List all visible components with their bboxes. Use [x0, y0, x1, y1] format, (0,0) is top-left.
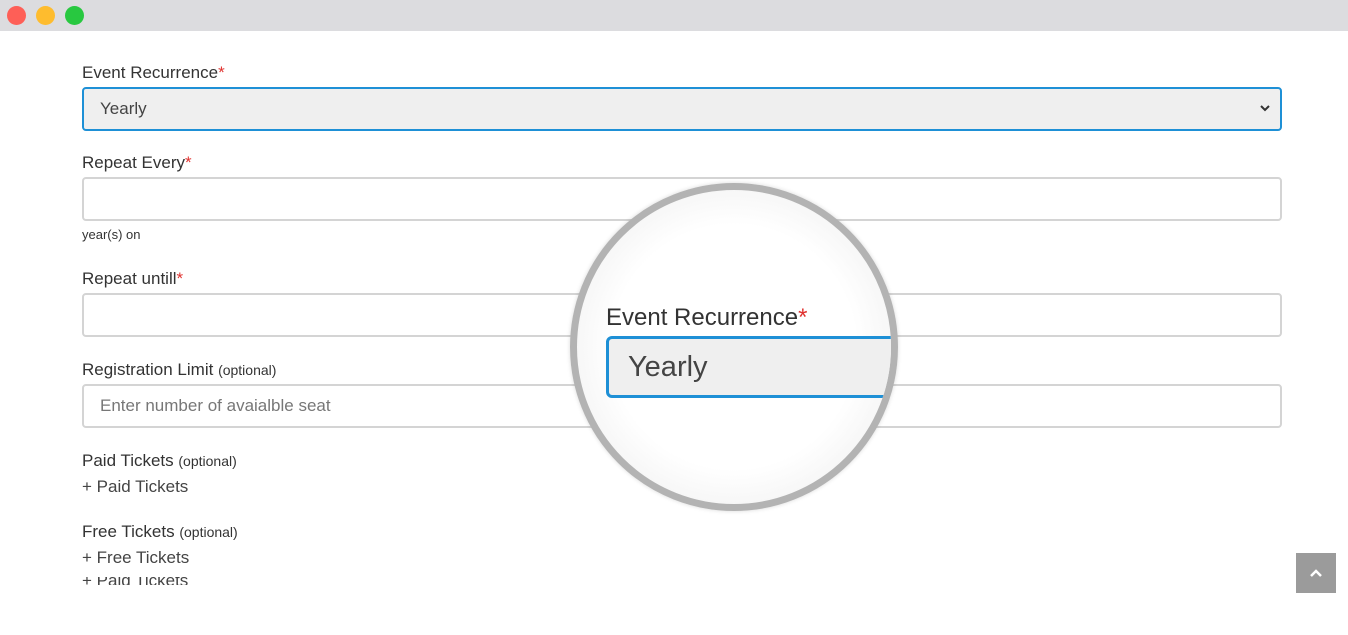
scroll-to-top-button[interactable] [1296, 553, 1336, 593]
window-titlebar [0, 0, 1348, 31]
registration-limit-placeholder: Enter number of avaialble seat [100, 396, 331, 415]
repeat-until-label: Repeat untill* [82, 269, 183, 289]
paid-tickets-label: Paid Tickets (optional) [82, 451, 237, 471]
magnifier-callout: Event Recurrence* Yearly [570, 183, 898, 511]
required-mark: * [218, 63, 225, 82]
close-window-button[interactable] [7, 6, 26, 25]
required-mark: * [176, 269, 184, 288]
magnified-select: Yearly [606, 336, 891, 398]
event-recurrence-label: Event Recurrence* [82, 63, 225, 83]
event-recurrence-value: Yearly [100, 99, 147, 118]
required-mark: * [798, 304, 808, 331]
magnified-label-text: Event Recurrence [606, 304, 799, 331]
required-mark: * [185, 153, 192, 172]
repeat-every-label-text: Repeat Every [82, 153, 185, 172]
repeat-every-label: Repeat Every* [82, 153, 192, 173]
magnified-label: Event Recurrence* [606, 304, 807, 332]
free-tickets-label: Free Tickets (optional) [82, 522, 238, 542]
magnified-select-value: Yearly [628, 350, 708, 383]
registration-limit-label-text: Registration Limit [82, 360, 214, 379]
add-paid-tickets-link[interactable]: + Paid Tickets [82, 477, 188, 497]
paid-tickets-label-text: Paid Tickets [82, 451, 174, 470]
minimize-window-button[interactable] [36, 6, 55, 25]
repeat-until-label-text: Repeat untill [82, 269, 177, 288]
repeat-every-hint: year(s) on [82, 227, 141, 242]
optional-tag: (optional) [179, 524, 238, 540]
maximize-window-button[interactable] [65, 6, 84, 25]
registration-limit-label: Registration Limit (optional) [82, 360, 276, 380]
event-recurrence-select[interactable]: Yearly [82, 87, 1282, 131]
clipped-link-text: + Paid Tickets [82, 577, 188, 585]
chevron-up-icon [1310, 569, 1322, 577]
event-recurrence-label-text: Event Recurrence [82, 63, 219, 82]
free-tickets-label-text: Free Tickets [82, 522, 175, 541]
add-free-tickets-link[interactable]: + Free Tickets [82, 548, 189, 568]
chevron-down-icon [1260, 105, 1270, 112]
optional-tag: (optional) [218, 362, 277, 378]
optional-tag: (optional) [178, 453, 237, 469]
